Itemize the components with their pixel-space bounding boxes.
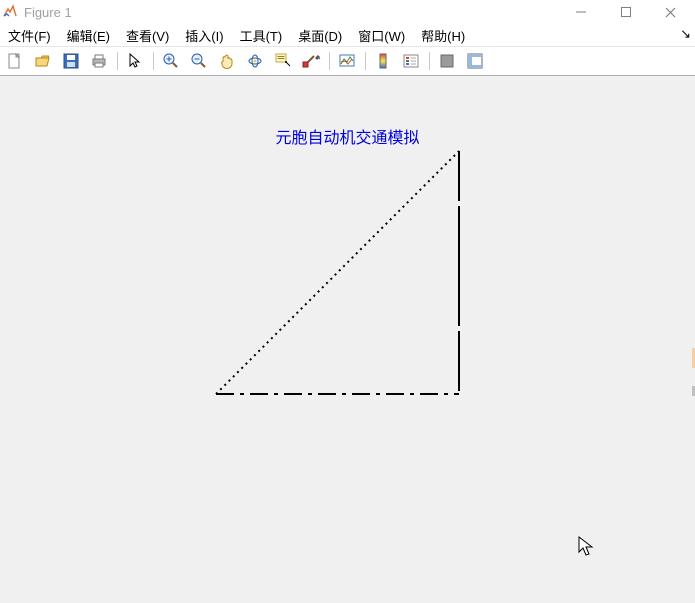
menu-file[interactable]: 文件(F) [2,24,61,47]
zoom-out-button[interactable] [186,48,212,74]
open-button[interactable] [30,48,56,74]
matlab-logo-icon [2,4,18,20]
rotate-3d-button[interactable] [242,48,268,74]
maximize-button[interactable] [603,0,648,24]
brush-button[interactable] [298,48,324,74]
toolbar-separator [362,49,368,73]
insert-legend-button[interactable] [398,48,424,74]
titlebar: Figure 1 [0,0,695,24]
menu-view[interactable]: 查看(V) [120,24,179,47]
save-button[interactable] [58,48,84,74]
minimize-button[interactable] [558,0,603,24]
menu-desktop[interactable]: 桌面(D) [292,24,352,47]
toolbar [0,47,695,76]
toolbar-separator [114,49,120,73]
new-figure-button[interactable] [2,48,28,74]
edit-plot-button[interactable] [122,48,148,74]
menu-insert[interactable]: 插入(I) [179,24,233,47]
print-button[interactable] [86,48,112,74]
menu-edit[interactable]: 编辑(E) [61,24,120,47]
link-plot-button[interactable] [334,48,360,74]
hide-plot-tools-button[interactable] [434,48,460,74]
zoom-in-button[interactable] [158,48,184,74]
insert-colorbar-button[interactable] [370,48,396,74]
toolbar-separator [326,49,332,73]
data-cursor-button[interactable] [270,48,296,74]
menu-tools[interactable]: 工具(T) [234,24,293,47]
show-plot-tools-button[interactable] [462,48,488,74]
menubar: 文件(F) 编辑(E) 查看(V) 插入(I) 工具(T) 桌面(D) 窗口(W… [0,24,695,47]
window-title: Figure 1 [24,5,72,20]
figure-canvas[interactable]: 元胞自动机交通模拟 [0,76,695,603]
close-button[interactable] [648,0,693,24]
figure-window: Figure 1 文件(F) 编辑(E) 查看(V) 插入(I) 工具(T) 桌… [0,0,695,603]
menu-help[interactable]: 帮助(H) [415,24,475,47]
toolbar-separator [150,49,156,73]
axes [0,76,695,596]
toolbar-separator [426,49,432,73]
menu-window[interactable]: 窗口(W) [352,24,415,47]
menu-overflow-icon[interactable]: ↘ [680,26,691,42]
pan-button[interactable] [214,48,240,74]
